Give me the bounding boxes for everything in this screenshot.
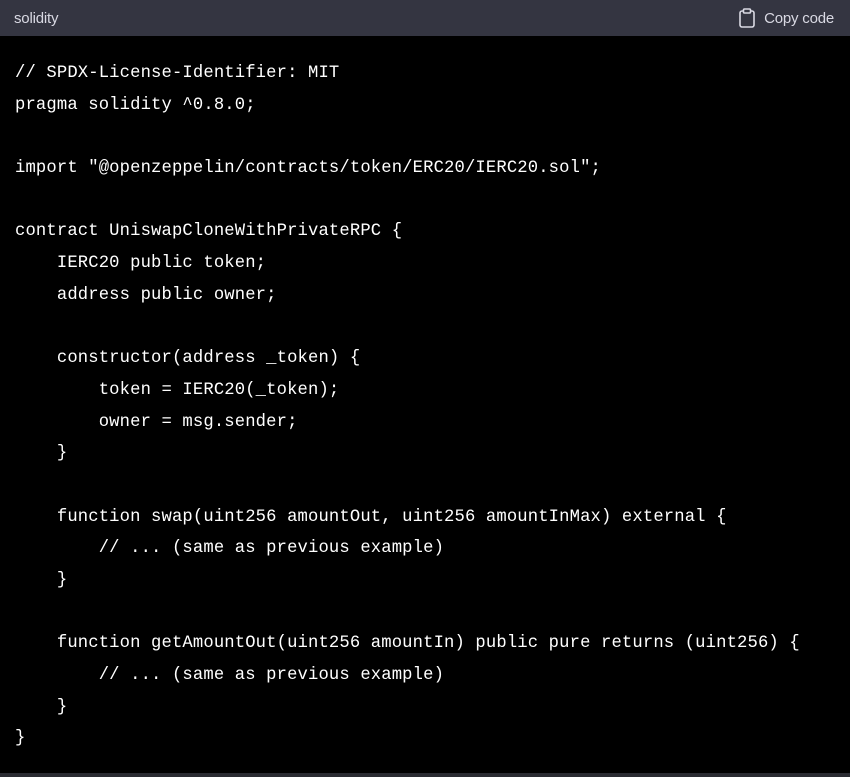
- code-block-header: solidity Copy code: [0, 0, 850, 36]
- code-line: // ... (same as previous example): [15, 539, 445, 559]
- code-line: token = IERC20(_token);: [15, 380, 340, 400]
- code-line: // ... (same as previous example): [15, 666, 445, 686]
- code-line: constructor(address _token) {: [15, 349, 361, 369]
- code-line: contract UniswapCloneWithPrivateRPC {: [15, 222, 403, 242]
- code-line: IERC20 public token;: [15, 254, 267, 274]
- code-line: address public owner;: [15, 285, 277, 305]
- code-block: solidity Copy code // SPDX-License-Ident…: [0, 0, 850, 777]
- code-line: owner = msg.sender;: [15, 412, 298, 432]
- copy-code-label: Copy code: [764, 9, 834, 27]
- code-line: function swap(uint256 amountOut, uint256…: [15, 507, 727, 527]
- code-area[interactable]: // SPDX-License-Identifier: MIT pragma s…: [15, 58, 850, 755]
- bottom-divider: [0, 773, 850, 777]
- language-label: solidity: [14, 9, 59, 27]
- code-line: }: [15, 729, 26, 749]
- code-line: pragma solidity ^0.8.0;: [15, 95, 256, 115]
- code-line: }: [15, 444, 68, 464]
- code-line: function getAmountOut(uint256 amountIn) …: [15, 634, 800, 654]
- copy-code-button[interactable]: Copy code: [739, 8, 834, 28]
- code-line: }: [15, 697, 68, 717]
- code-line: }: [15, 571, 68, 590]
- code-line: import "@openzeppelin/contracts/token/ER…: [15, 159, 601, 179]
- clipboard-icon: [739, 8, 755, 28]
- code-line: // SPDX-License-Identifier: MIT: [15, 64, 340, 83]
